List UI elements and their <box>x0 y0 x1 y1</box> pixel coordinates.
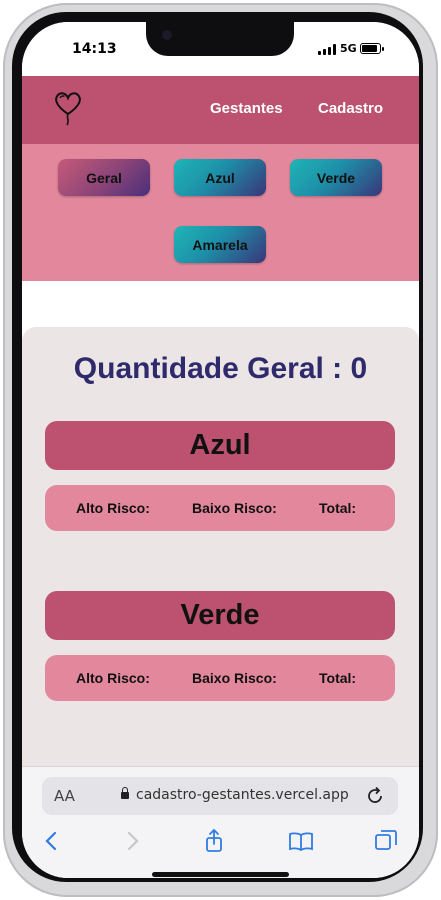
url-text[interactable]: cadastro-gestantes.vercel.app <box>136 787 349 803</box>
group-azul-stats: Alto Risco: Baixo Risco: Total: <box>45 485 395 531</box>
text-size-button[interactable]: AA <box>54 787 75 805</box>
filter-azul-button[interactable]: Azul <box>174 159 266 196</box>
group-verde-stats: Alto Risco: Baixo Risco: Total: <box>45 655 395 701</box>
browser-toolbar: AA cadastro-gestantes.vercel.app <box>22 766 419 878</box>
high-risk-label: Alto Risco: <box>76 500 150 516</box>
bookmarks-icon[interactable] <box>287 827 315 855</box>
lock-icon <box>121 787 129 799</box>
low-risk-label: Baixo Risco: <box>192 670 277 686</box>
nav-gestantes[interactable]: Gestantes <box>210 100 283 117</box>
total-label: Total: <box>319 670 357 686</box>
phone-screen: 14:13 5G Gestantes Cadastro Geral Azul V… <box>22 22 419 878</box>
filter-geral-button[interactable]: Geral <box>58 159 150 196</box>
group-verde-header: Verde <box>45 591 395 640</box>
camera <box>162 30 172 40</box>
status-bar: 14:13 5G <box>22 22 419 76</box>
filter-bar: Geral Azul Verde Amarela <box>22 144 419 281</box>
filter-amarela-button[interactable]: Amarela <box>174 226 266 263</box>
filter-verde-button[interactable]: Verde <box>290 159 382 196</box>
back-icon[interactable] <box>38 827 66 855</box>
reload-icon[interactable] <box>366 785 386 807</box>
total-label: Total: <box>319 500 357 516</box>
forward-icon[interactable] <box>118 827 146 855</box>
network-label: 5G <box>340 42 357 55</box>
battery-icon <box>360 43 384 54</box>
share-icon[interactable] <box>200 827 228 855</box>
heart-balloon-logo-icon[interactable] <box>52 88 84 128</box>
low-risk-label: Baixo Risco: <box>192 500 277 516</box>
home-indicator <box>152 872 289 877</box>
app-header: Gestantes Cadastro <box>22 76 419 144</box>
total-quantity-title: Quantidade Geral : 0 <box>73 352 368 385</box>
signal-icon <box>318 44 336 55</box>
group-azul-header: Azul <box>45 421 395 470</box>
status-time: 14:13 <box>72 41 117 57</box>
address-bar[interactable]: AA cadastro-gestantes.vercel.app <box>42 777 398 815</box>
high-risk-label: Alto Risco: <box>76 670 150 686</box>
notch <box>146 22 294 56</box>
tabs-icon[interactable] <box>372 827 400 855</box>
nav-cadastro[interactable]: Cadastro <box>318 100 383 117</box>
